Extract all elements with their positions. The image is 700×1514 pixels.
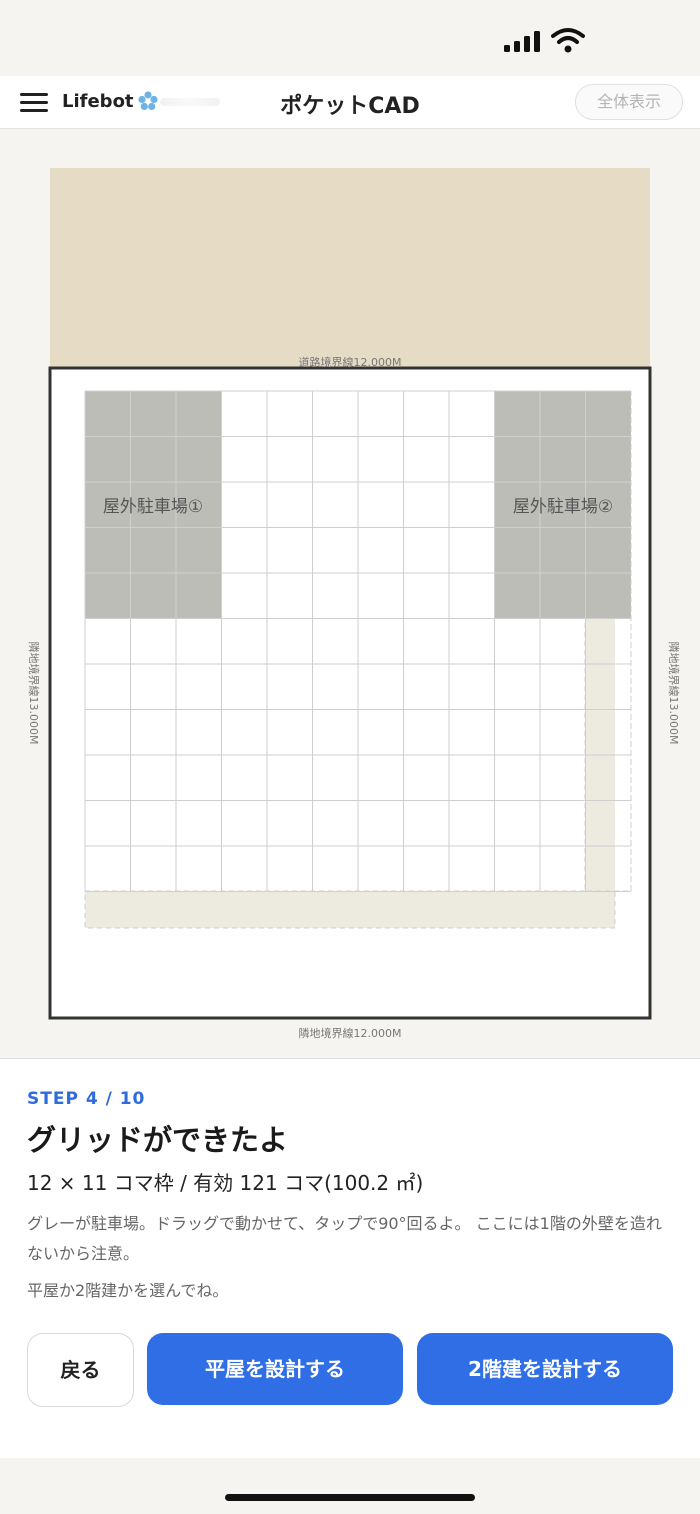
bottom-boundary-label: 隣地境界線12.000M xyxy=(299,1026,402,1040)
app-header: Lifebot ポケットCAD 全体表示 xyxy=(0,76,700,129)
right-boundary-label: 隣地境界線13.000M xyxy=(667,642,681,745)
bottom-margin xyxy=(84,890,616,929)
floor-plan: 道路境界線12.000M 隣地境界線12.000M 隣地境界線13.000M 隣… xyxy=(27,168,681,1040)
back-button[interactable]: 戻る xyxy=(27,1333,134,1407)
design-two-story-button[interactable]: 2階建を設計する xyxy=(417,1333,673,1405)
parking-2-label: 屋外駐車場② xyxy=(513,497,613,517)
brand-tagline-blurred xyxy=(160,98,220,106)
flower-logo-icon xyxy=(138,91,158,111)
step-panel: STEP 4 / 10 グリッドができたよ 12 × 11 コマ枠 / 有効 1… xyxy=(0,1058,700,1459)
road-boundary-label: 道路境界線12.000M xyxy=(299,355,402,369)
status-bar xyxy=(0,0,700,76)
grid-summary: 12 × 11 コマ枠 / 有効 121 コマ(100.2 ㎡) xyxy=(27,1171,424,1195)
road-area xyxy=(50,168,650,368)
step-instruction: 平屋か2階建かを選んでね。 xyxy=(27,1281,229,1300)
home-indicator[interactable] xyxy=(225,1494,475,1501)
step-indicator: STEP 4 / 10 xyxy=(27,1089,146,1109)
cad-canvas[interactable]: 道路境界線12.000M 隣地境界線12.000M 隣地境界線13.000M 隣… xyxy=(0,129,700,1057)
parking-1-label: 屋外駐車場① xyxy=(103,497,203,517)
home-bar-area xyxy=(0,1458,700,1514)
wifi-icon xyxy=(551,28,585,53)
step-heading: グリッドができたよ xyxy=(27,1123,289,1157)
cellular-signal-icon xyxy=(504,30,542,52)
design-one-story-button[interactable]: 平屋を設計する xyxy=(147,1333,403,1405)
left-boundary-label: 隣地境界線13.000M xyxy=(27,642,41,745)
step-description: グレーが駐車場。ドラッグで動かせて、タップで90°回るよ。 ここには1階の外壁を… xyxy=(27,1214,662,1263)
fit-all-button[interactable]: 全体表示 xyxy=(575,84,683,120)
hamburger-menu-icon[interactable] xyxy=(20,93,48,113)
brand-name: Lifebot xyxy=(62,91,134,112)
